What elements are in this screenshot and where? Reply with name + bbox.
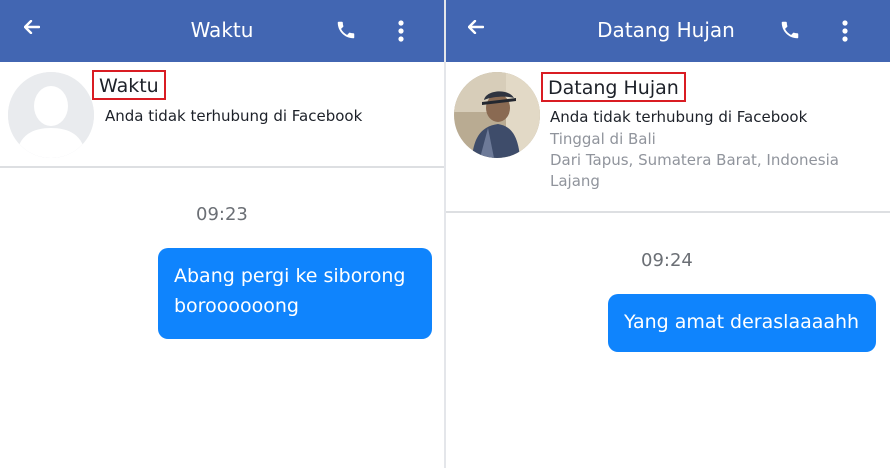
call-button[interactable] (777, 17, 803, 43)
phone-icon (781, 21, 799, 39)
conversation-panel-right: Datang Hujan Datang Hujan Anda tidak ter… (446, 0, 890, 468)
message-bubble[interactable]: Abang pergi ke siborong boroooooong (158, 248, 432, 339)
more-vertical-icon (842, 20, 848, 42)
profile-photo (454, 72, 540, 158)
call-button[interactable] (333, 17, 359, 43)
message-timestamp: 09:24 (641, 250, 693, 271)
back-arrow-icon (468, 20, 484, 34)
back-arrow-icon (24, 20, 40, 34)
more-options-button[interactable] (391, 17, 411, 45)
message-bubble[interactable]: Yang amat deraslaaaahh (608, 294, 876, 352)
avatar[interactable] (454, 72, 540, 158)
divider (0, 166, 444, 168)
conversation-title: Datang Hujan (597, 18, 735, 42)
back-button[interactable] (18, 13, 46, 41)
profile-detail-location: Tinggal di Bali (550, 130, 656, 148)
app-bar: Datang Hujan (446, 0, 890, 62)
facebook-connection-status: Anda tidak terhubung di Facebook (550, 108, 808, 126)
default-avatar-icon (8, 72, 94, 158)
conversation-title: Waktu (190, 18, 254, 42)
avatar[interactable] (8, 72, 94, 158)
app-bar: Waktu (0, 0, 444, 62)
phone-icon (337, 21, 355, 39)
message-timestamp: 09:23 (196, 204, 248, 225)
contact-name: Datang Hujan (541, 72, 686, 102)
contact-name: Waktu (92, 70, 166, 100)
divider (446, 211, 890, 213)
more-options-button[interactable] (835, 17, 855, 45)
back-button[interactable] (462, 13, 490, 41)
profile-detail-relationship: Lajang (550, 172, 600, 190)
facebook-connection-status: Anda tidak terhubung di Facebook (105, 107, 363, 125)
profile-detail-hometown: Dari Tapus, Sumatera Barat, Indonesia (550, 151, 839, 169)
more-vertical-icon (398, 20, 404, 42)
conversation-panel-left: Waktu Waktu Anda tidak terhubung di Face… (0, 0, 444, 468)
